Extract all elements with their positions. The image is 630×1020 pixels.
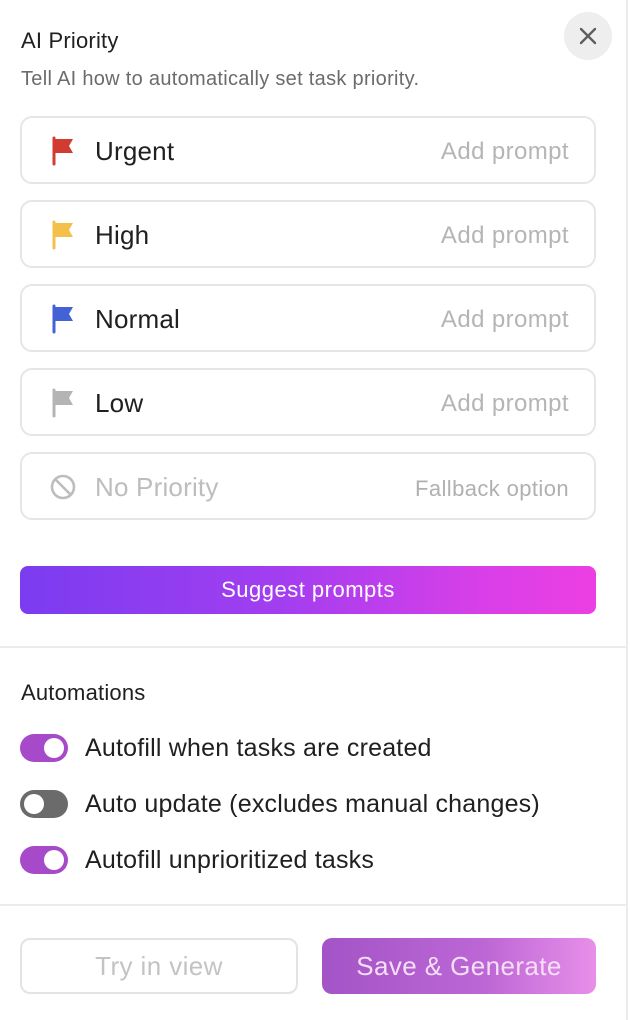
automation-label: Autofill when tasks are created: [85, 733, 432, 762]
automation-label: Autofill unprioritized tasks: [85, 845, 375, 874]
add-prompt-hint[interactable]: Add prompt: [441, 138, 569, 166]
no-priority-icon: [50, 474, 76, 500]
priority-label: High: [95, 220, 150, 250]
try-in-view-button[interactable]: Try in view: [20, 938, 298, 994]
save-generate-button[interactable]: Save & Generate: [322, 938, 596, 994]
ai-priority-panel: AI Priority Tell AI how to automatically…: [0, 0, 628, 1020]
close-icon: [579, 27, 597, 45]
priority-row-urgent[interactable]: Urgent Add prompt: [20, 116, 596, 184]
close-button[interactable]: [564, 12, 612, 60]
flag-icon: [52, 388, 73, 418]
add-prompt-hint[interactable]: Add prompt: [441, 222, 569, 250]
priority-label: Normal: [95, 304, 180, 334]
priority-label: No Priority: [95, 472, 219, 502]
add-prompt-hint[interactable]: Add prompt: [441, 306, 569, 334]
autofill-created-toggle[interactable]: [20, 734, 68, 762]
priority-row-normal[interactable]: Normal Add prompt: [20, 284, 596, 352]
auto-update-toggle[interactable]: [20, 790, 68, 818]
toggle-knob: [44, 850, 64, 870]
priority-label: Low: [95, 388, 144, 418]
toggle-knob: [44, 738, 64, 758]
panel-subtitle: Tell AI how to automatically set task pr…: [21, 68, 420, 90]
add-prompt-hint[interactable]: Add prompt: [441, 390, 569, 418]
automation-label: Auto update (excludes manual changes): [85, 789, 540, 818]
panel-title: AI Priority: [21, 28, 119, 53]
suggest-prompts-button[interactable]: Suggest prompts: [20, 566, 596, 614]
automation-row-auto-update: Auto update (excludes manual changes): [20, 786, 540, 822]
divider: [0, 646, 628, 648]
fallback-option-hint: Fallback option: [415, 476, 569, 501]
automation-row-autofill-created: Autofill when tasks are created: [20, 730, 432, 766]
priority-row-high[interactable]: High Add prompt: [20, 200, 596, 268]
priority-row-no-priority[interactable]: No Priority Fallback option: [20, 452, 596, 520]
autofill-unprioritized-toggle[interactable]: [20, 846, 68, 874]
priority-row-low[interactable]: Low Add prompt: [20, 368, 596, 436]
divider: [0, 904, 628, 906]
automations-title: Automations: [21, 680, 146, 705]
flag-icon: [52, 136, 73, 166]
flag-icon: [52, 304, 73, 334]
toggle-knob: [24, 794, 44, 814]
automation-row-autofill-unprioritized: Autofill unprioritized tasks: [20, 842, 374, 878]
priority-label: Urgent: [95, 136, 175, 166]
flag-icon: [52, 220, 73, 250]
